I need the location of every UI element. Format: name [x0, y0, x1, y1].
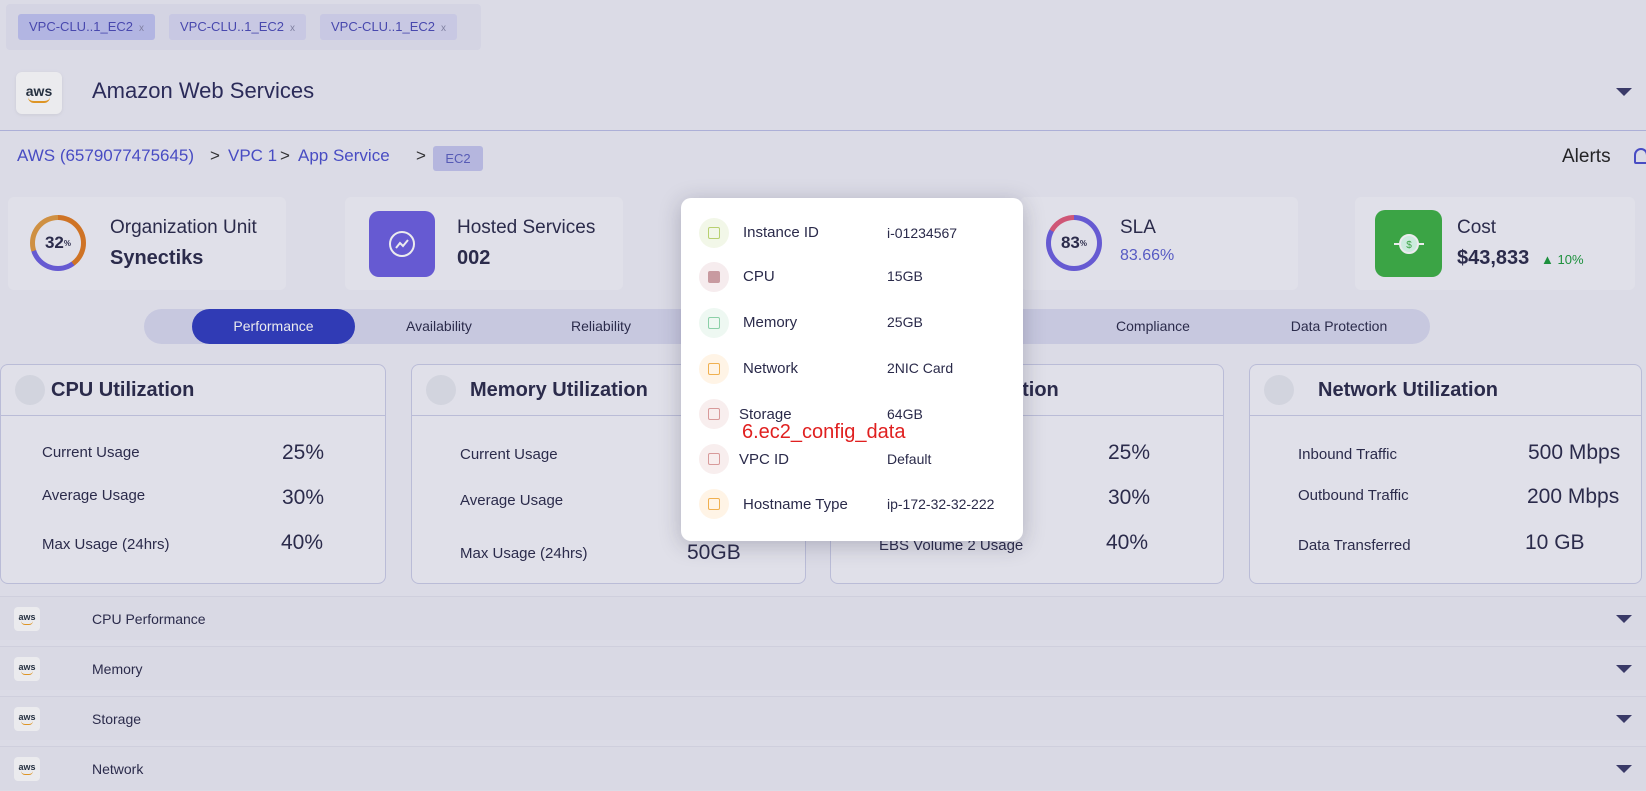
network-value: 2NIC Card: [887, 360, 954, 376]
memory-label: Memory: [743, 314, 798, 331]
annotation-label: 6.ec2_config_data: [742, 421, 906, 443]
vpc-id-value: Default: [887, 451, 932, 467]
hostname-type-label: Hostname Type: [743, 496, 848, 513]
hostname-type-value: ip-172-32-32-222: [887, 496, 995, 512]
chip-icon: [699, 218, 729, 248]
memory-icon: [699, 308, 729, 338]
vpc-id-label: VPC ID: [739, 451, 790, 468]
vpc-icon: [699, 444, 729, 474]
memory-value: 25GB: [887, 314, 923, 330]
instance-id-value: i-01234567: [887, 225, 958, 241]
storage-icon: [699, 399, 729, 429]
storage-value: 64GB: [887, 406, 923, 422]
cpu-value: 15GB: [887, 268, 923, 284]
network-label: Network: [743, 360, 799, 377]
cpu-icon: [699, 262, 729, 292]
network-icon: [699, 354, 729, 384]
instance-id-label: Instance ID: [743, 224, 819, 241]
ec2-config-popup: Instance ID i-01234567 CPU 15GB Memory 2…: [681, 198, 1023, 541]
hostname-icon: [699, 489, 729, 519]
cpu-label: CPU: [743, 268, 775, 285]
